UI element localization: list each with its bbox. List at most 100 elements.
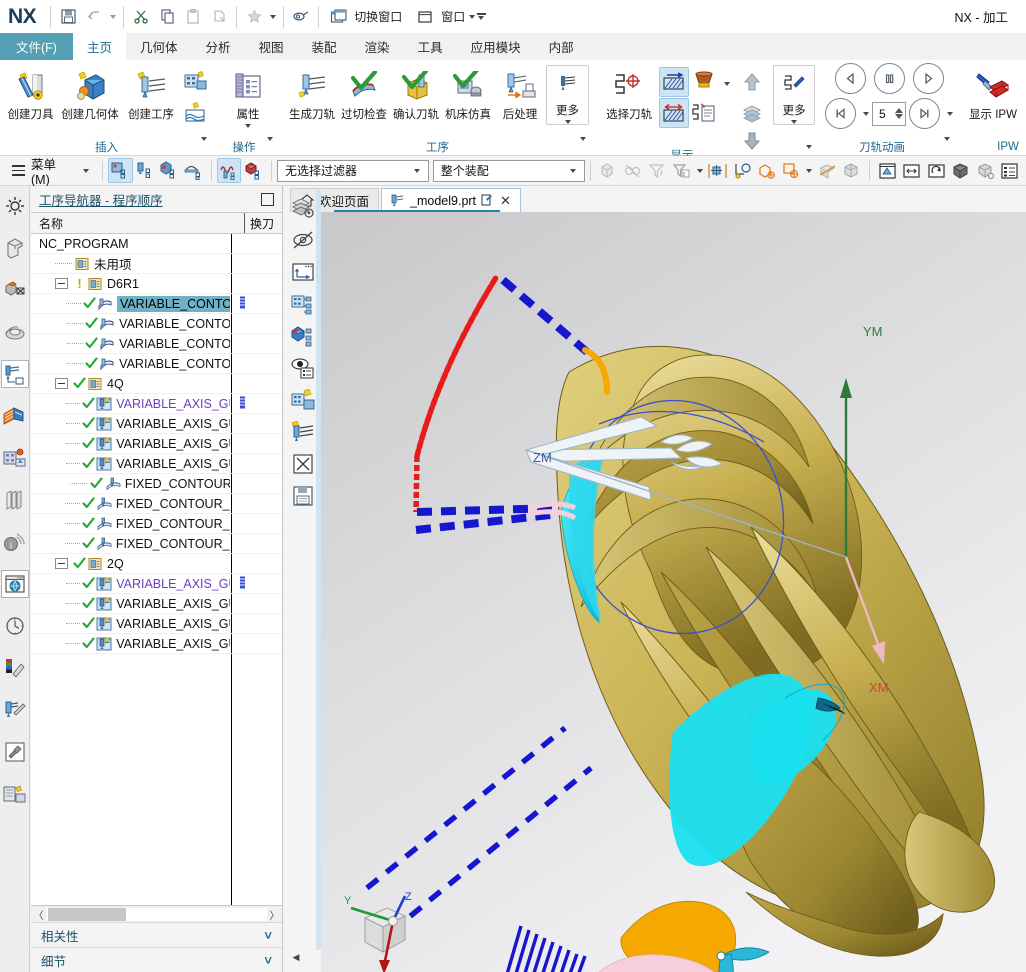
paste-special-icon[interactable]	[206, 4, 232, 30]
save-icon[interactable]	[288, 482, 318, 510]
table-row[interactable]: VARIABLE_AXIS_GU...	[31, 434, 282, 454]
move-object-icon[interactable]	[754, 158, 779, 183]
animation-dialog-launcher[interactable]	[940, 136, 950, 153]
verify-toolpath-button[interactable]: 确认刀轨	[390, 65, 442, 123]
first-frame-dropdown-icon[interactable]	[863, 111, 869, 116]
create-tool-button[interactable]: 创建刀具	[3, 65, 58, 123]
create-method-group-button[interactable]	[180, 98, 210, 128]
table-row[interactable]: VARIABLE_AXIS_GU...	[31, 574, 282, 594]
stepper-arrows[interactable]	[895, 108, 903, 119]
tab-applications[interactable]: 应用模块	[457, 33, 535, 60]
table-row[interactable]: NC_PROGRAM	[31, 234, 282, 254]
table-row[interactable]: ! D6R1	[31, 274, 282, 294]
point-dropdown-icon[interactable]	[803, 158, 815, 183]
create-tool-group-icon[interactable]	[288, 386, 318, 414]
solid-body-icon[interactable]	[596, 158, 621, 183]
scrollbar-track[interactable]	[46, 907, 267, 921]
toolpath-list-button[interactable]	[689, 98, 719, 128]
switch-window-button[interactable]: 切换窗口	[323, 4, 404, 30]
expander-collapse-icon[interactable]	[55, 278, 68, 289]
close-icon[interactable]: ✕	[500, 193, 511, 209]
select-edge-icon[interactable]	[182, 158, 207, 183]
selection-scope-combo[interactable]: 整个装配	[432, 159, 585, 182]
table-row[interactable]: VARIABLE_CONTO...	[31, 354, 282, 374]
snap-arc-icon[interactable]	[730, 158, 755, 183]
tab-render[interactable]: 渲染	[351, 33, 404, 60]
rail-collapse-icon[interactable]: ◀	[289, 950, 303, 964]
rotate-view-icon[interactable]	[924, 158, 949, 183]
filter-dropdown-icon[interactable]	[694, 158, 706, 183]
scrollbar-thumb[interactable]	[48, 907, 126, 921]
selection-filter-combo[interactable]: 无选择过滤器	[276, 159, 429, 182]
scroll-right-icon[interactable]: 〉	[267, 907, 282, 922]
first-frame-button[interactable]	[825, 98, 856, 129]
expander-collapse-icon[interactable]	[55, 558, 68, 569]
tab-view[interactable]: 视图	[245, 33, 298, 60]
delete-icon[interactable]	[288, 450, 318, 478]
toolpath-direction-button[interactable]	[659, 98, 690, 128]
shaded-edges-icon[interactable]	[973, 158, 998, 183]
display-toolpath-button[interactable]	[659, 67, 690, 97]
panel-pin-icon[interactable]	[261, 192, 274, 206]
operation-navigator-icon[interactable]	[0, 360, 29, 388]
part-navigator-icon[interactable]	[1, 234, 29, 262]
section-details[interactable]: 细节 ˅	[31, 947, 282, 972]
paste-icon[interactable]	[180, 4, 206, 30]
table-row[interactable]: FIXED_CONTOUR	[31, 474, 282, 494]
qat-overflow-icon[interactable]	[475, 13, 487, 20]
system-materials-icon[interactable]	[1, 654, 29, 682]
shaded-render-icon[interactable]	[949, 158, 974, 183]
post-process-button[interactable]: 后处理	[494, 65, 546, 123]
select-face-icon[interactable]	[241, 158, 266, 183]
operation-dialog-launcher[interactable]	[263, 136, 273, 153]
navigator-tree[interactable]: NC_PROGRAM 未用项! D6R1 VARIABLE_CONTO... VARIA…	[31, 234, 282, 905]
move-up-button[interactable]	[737, 67, 767, 97]
layer-button[interactable]	[737, 98, 767, 128]
star-dropdown-icon[interactable]	[267, 4, 279, 30]
select-curve-icon[interactable]	[216, 158, 242, 183]
table-row[interactable]: VARIABLE_AXIS_GU...	[31, 394, 282, 414]
table-row[interactable]: VARIABLE_AXIS_GU...	[31, 634, 282, 654]
undo-icon[interactable]	[81, 4, 107, 30]
table-row[interactable]: FIXED_CONTOUR_C...	[31, 534, 282, 554]
3d-viewport[interactable]: YM XM ZM Y Z	[321, 212, 1026, 972]
scroll-left-icon[interactable]: 〈	[31, 907, 46, 922]
section-dependencies[interactable]: 相关性 ˅	[31, 922, 282, 947]
display-options-icon[interactable]	[288, 354, 318, 382]
machining-feature-icon[interactable]	[1, 696, 29, 724]
layer-settings-icon[interactable]	[288, 194, 318, 222]
customize-icon[interactable]	[1, 738, 29, 766]
more-operations-dropdown-icon[interactable]	[564, 120, 571, 124]
more-display-dropdown-icon[interactable]	[791, 120, 798, 124]
create-operation-button[interactable]: 创建工序	[122, 65, 180, 123]
zoom-width-icon[interactable]	[900, 158, 925, 183]
select-feature-icon[interactable]	[133, 158, 158, 183]
snap-point-icon[interactable]	[705, 158, 730, 183]
point-target-icon[interactable]	[779, 158, 804, 183]
layer-settings-icon[interactable]	[998, 158, 1023, 183]
create-geometry-button[interactable]: 创建几何体	[58, 65, 122, 123]
table-row[interactable]: 2Q	[31, 554, 282, 574]
assembly-navigator-icon[interactable]	[1, 192, 29, 220]
more-display-button[interactable]: 更多	[773, 65, 815, 125]
properties-button[interactable]: 属性	[220, 65, 276, 129]
help-info-icon[interactable]: i	[1, 528, 29, 556]
last-frame-dropdown-icon[interactable]	[947, 111, 953, 116]
display-dropdown-button[interactable]	[719, 69, 731, 99]
table-row[interactable]: FIXED_CONTOUR_C...	[31, 514, 282, 534]
last-frame-button[interactable]	[909, 98, 940, 129]
table-row[interactable]: FIXED_CONTOUR_C...	[31, 494, 282, 514]
filter-list-icon[interactable]	[669, 158, 694, 183]
shaded-box-icon[interactable]	[840, 158, 865, 183]
navigator-horizontal-scrollbar[interactable]: 〈 〉	[31, 905, 282, 922]
table-row[interactable]: VARIABLE_CONTO...	[31, 334, 282, 354]
more-operations-button[interactable]: 更多	[546, 65, 589, 125]
eraser-icon[interactable]	[288, 4, 314, 30]
reuse-library-icon[interactable]	[1, 318, 29, 346]
table-row[interactable]: VARIABLE_AXIS_GU...	[31, 454, 282, 474]
tab-analysis[interactable]: 分析	[192, 33, 245, 60]
window-button[interactable]: 窗口	[410, 4, 489, 30]
fit-view-icon[interactable]	[875, 158, 900, 183]
table-row[interactable]: VARIABLE_AXIS_GU...	[31, 414, 282, 434]
hide-icon[interactable]	[288, 226, 318, 254]
